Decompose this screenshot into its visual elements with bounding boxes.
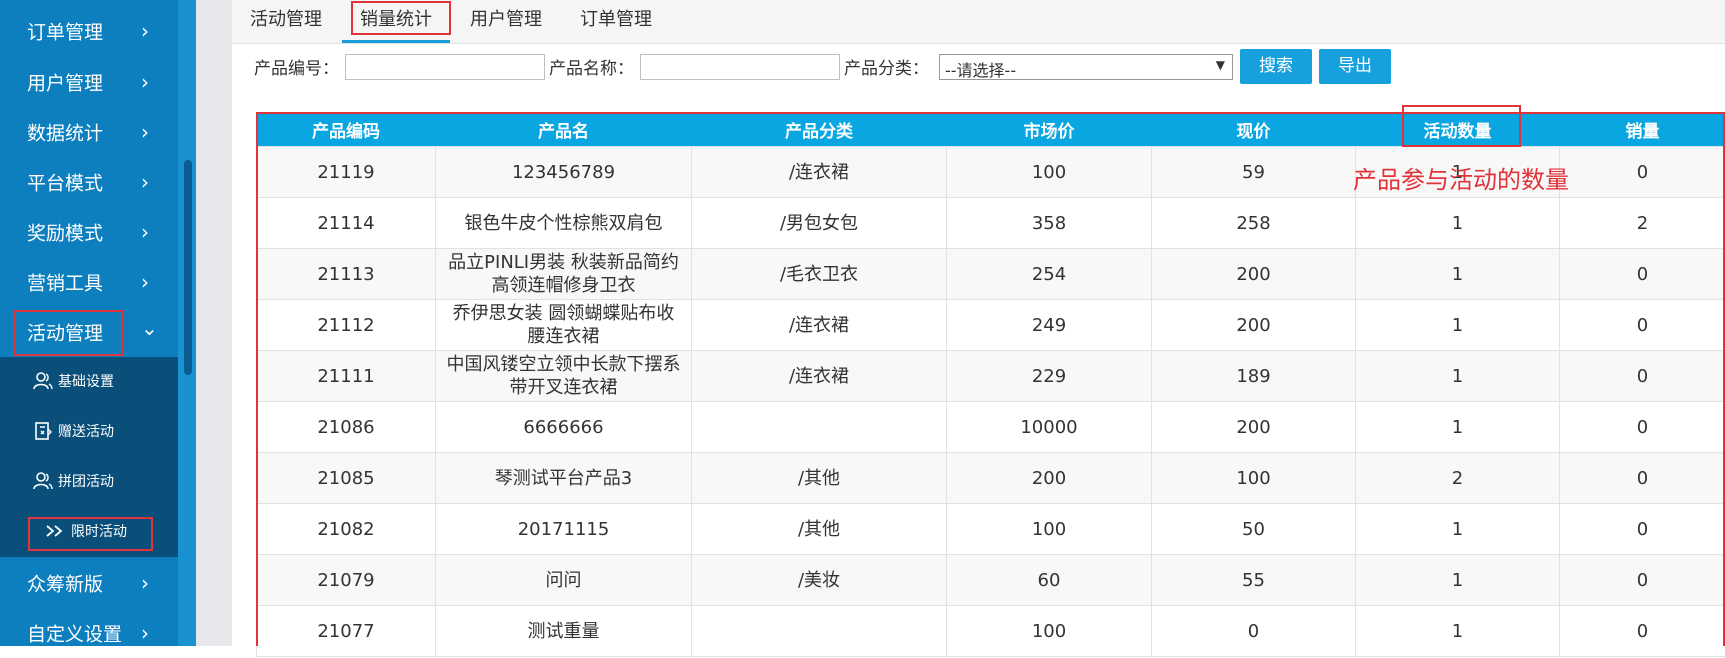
chevron-right-icon: ›	[141, 19, 149, 43]
sidebar-scrollbar-thumb[interactable]	[184, 160, 192, 375]
sidebar-item-crowdfunding[interactable]: 众筹新版 ›	[0, 558, 178, 608]
sub-item-group-buy[interactable]: 拼团活动	[0, 457, 178, 505]
filter-bar: 产品编号： 产品名称： 产品分类： --请选择-- ▼ 搜索 导出	[232, 45, 1725, 85]
chevron-right-icon: ›	[141, 70, 149, 94]
product-code-label: 产品编号：	[254, 54, 339, 79]
sidebar-item-label: 平台模式	[27, 169, 103, 196]
sidebar-item-label: 用户管理	[27, 69, 103, 96]
sidebar-item-platform-mode[interactable]: 平台模式 ›	[0, 157, 178, 207]
export-button[interactable]: 导出	[1319, 49, 1391, 84]
sidebar-item-statistics[interactable]: 数据统计 ›	[0, 107, 178, 157]
chevron-right-icon: ›	[141, 621, 149, 645]
gift-icon	[32, 420, 54, 442]
chevron-right-icon: ›	[141, 120, 149, 144]
sidebar-item-users[interactable]: 用户管理 ›	[0, 57, 178, 107]
product-code-input[interactable]	[345, 54, 545, 80]
sidebar-item-custom-settings[interactable]: 自定义设置 ›	[0, 608, 178, 658]
sidebar-item-marketing-tools[interactable]: 营销工具 ›	[0, 257, 178, 307]
highlight-box	[28, 517, 153, 551]
tab-activity-management[interactable]: 活动管理	[232, 0, 340, 40]
chevron-right-icon: ›	[141, 220, 149, 244]
sub-item-label: 基础设置	[58, 371, 114, 391]
content-gutter	[196, 0, 232, 646]
sub-item-label: 赠送活动	[58, 421, 114, 441]
tab-bar: 活动管理 销量统计 用户管理 订单管理	[232, 0, 1725, 44]
annotation-text: 产品参与活动的数量	[1353, 160, 1569, 195]
sidebar-item-reward-mode[interactable]: 奖励模式 ›	[0, 207, 178, 257]
search-button[interactable]: 搜索	[1240, 49, 1312, 84]
chevron-right-icon: ›	[141, 170, 149, 194]
tab-order-management[interactable]: 订单管理	[562, 0, 670, 40]
sidebar-item-label: 订单管理	[27, 18, 103, 45]
users-icon	[32, 470, 54, 492]
caret-down-icon: ▼	[1216, 58, 1225, 72]
product-name-label: 产品名称：	[549, 54, 634, 79]
chevron-right-icon: ›	[141, 270, 149, 294]
tab-user-management[interactable]: 用户管理	[452, 0, 560, 40]
sub-item-gift-activity[interactable]: 赠送活动	[0, 407, 178, 455]
users-icon	[32, 370, 54, 392]
highlight-box	[1402, 105, 1521, 147]
sidebar-item-label: 众筹新版	[27, 570, 103, 597]
sidebar: 订单管理 › 用户管理 › 数据统计 › 平台模式 › 奖励模式 › 营销工具 …	[0, 0, 178, 646]
chevron-down-icon: ⌄	[141, 316, 158, 340]
sidebar-item-orders[interactable]: 订单管理 ›	[0, 6, 178, 56]
sidebar-item-label: 营销工具	[27, 269, 103, 296]
select-value: --请选择--	[945, 61, 1016, 80]
highlight-box	[351, 1, 451, 35]
product-category-select[interactable]: --请选择-- ▼	[939, 54, 1233, 80]
highlight-box	[13, 310, 123, 356]
product-name-input[interactable]	[640, 54, 840, 80]
sub-item-label: 拼团活动	[58, 471, 114, 491]
sidebar-submenu: 基础设置 赠送活动 拼团活动 限时活动	[0, 357, 178, 557]
sidebar-item-label: 奖励模式	[27, 219, 103, 246]
product-category-label: 产品分类：	[844, 54, 929, 79]
sidebar-item-label: 数据统计	[27, 119, 103, 146]
sidebar-item-label: 自定义设置	[27, 620, 122, 647]
chevron-right-icon: ›	[141, 571, 149, 595]
sub-item-basic-settings[interactable]: 基础设置	[0, 357, 178, 405]
